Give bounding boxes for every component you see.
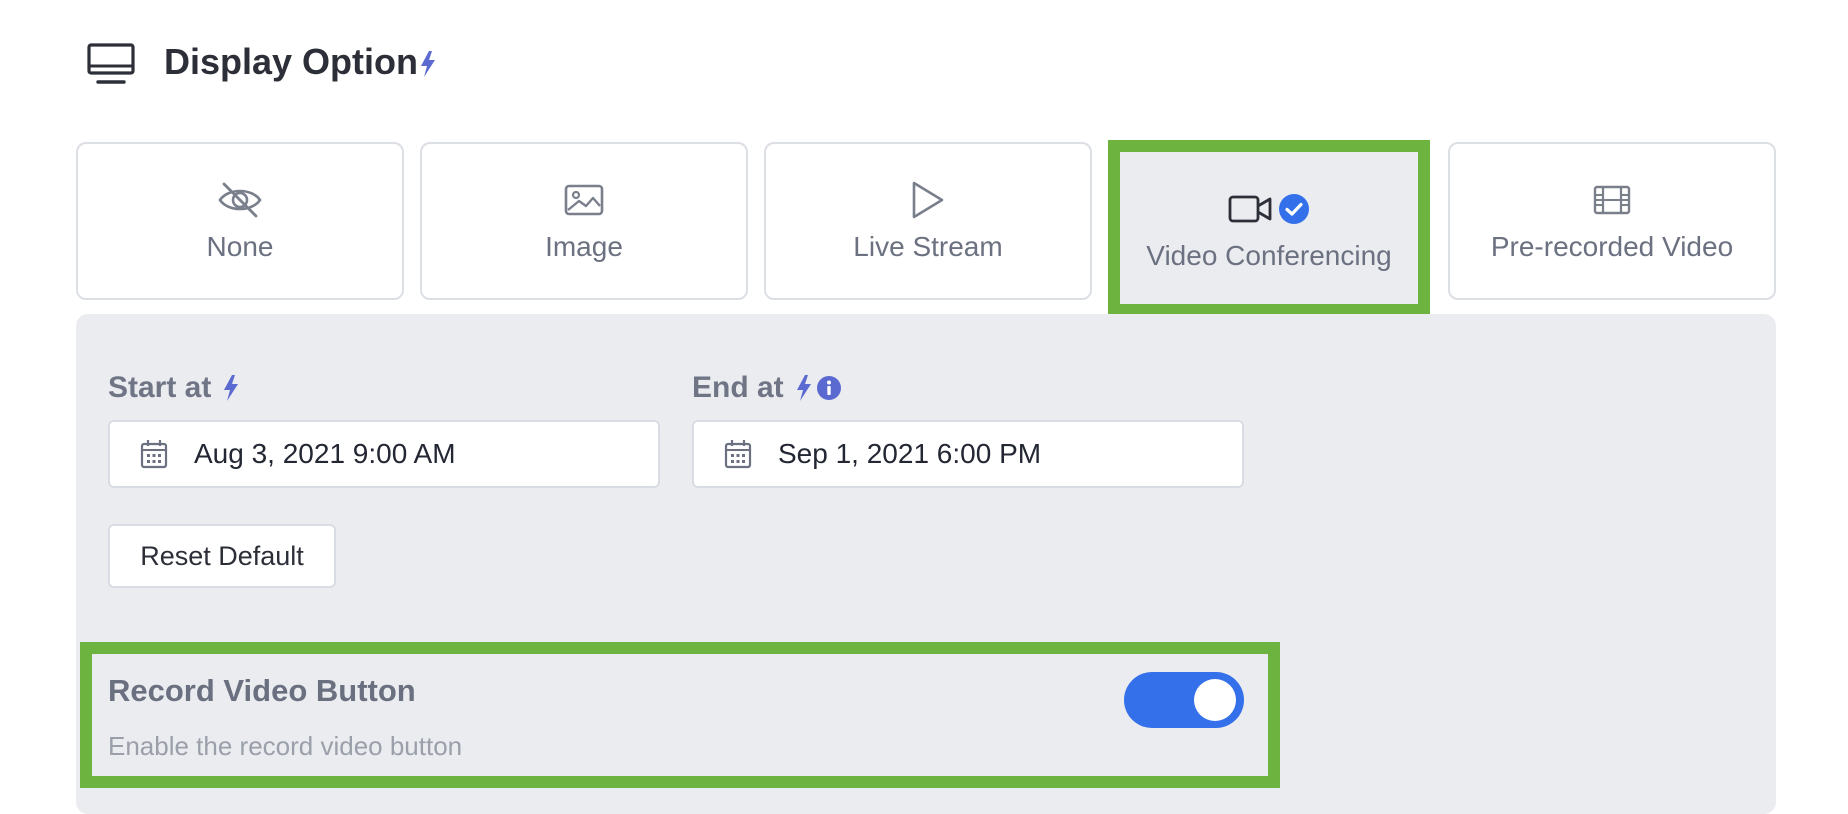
record-video-highlight <box>80 642 1280 788</box>
calendar-icon <box>724 440 752 469</box>
monitor-icon <box>87 43 135 84</box>
option-label: Live Stream <box>853 231 1003 262</box>
option-label: None <box>206 231 274 262</box>
end-date-input[interactable]: Sep 1, 2021 6:00 PM <box>692 420 1244 488</box>
option-card-none[interactable]: None <box>76 142 404 300</box>
option-label: Pre-recorded Video <box>1490 231 1734 262</box>
info-icon[interactable] <box>816 375 842 401</box>
option-card-video-conferencing[interactable]: Video Conferencing <box>1108 140 1430 316</box>
end-at-text: End at <box>692 371 784 404</box>
reset-default-button[interactable]: Reset Default <box>108 524 336 588</box>
check-circle-icon <box>1279 194 1309 224</box>
toggle-knob <box>1194 679 1236 721</box>
bolt-icon[interactable] <box>796 375 812 401</box>
start-date-input[interactable]: Aug 3, 2021 9:00 AM <box>108 420 660 488</box>
record-video-title: Record Video Button <box>108 673 416 708</box>
record-video-toggle[interactable] <box>1124 672 1244 728</box>
eye-slash-icon <box>218 182 262 218</box>
end-date-value: Sep 1, 2021 6:00 PM <box>778 438 1042 469</box>
option-card-live-stream[interactable]: Live Stream <box>764 142 1092 300</box>
video-camera-icon <box>1228 195 1272 223</box>
page-title: Display Option <box>164 41 419 82</box>
start-at-label: Start at <box>108 370 239 406</box>
film-icon <box>1593 185 1631 215</box>
bolt-icon[interactable] <box>223 375 239 401</box>
start-date-value: Aug 3, 2021 9:00 AM <box>194 438 456 469</box>
option-card-image[interactable]: Image <box>420 142 748 300</box>
bolt-icon[interactable] <box>420 51 436 77</box>
image-icon <box>564 184 604 216</box>
start-at-text: Start at <box>108 371 212 404</box>
option-label: Video Conferencing <box>1146 240 1392 271</box>
calendar-icon <box>140 440 168 469</box>
option-label: Image <box>545 231 623 262</box>
play-icon <box>912 181 944 219</box>
option-card-pre-recorded-video[interactable]: Pre-recorded Video <box>1448 142 1776 300</box>
end-at-label: End at <box>692 370 842 406</box>
record-video-description: Enable the record video button <box>108 731 463 761</box>
